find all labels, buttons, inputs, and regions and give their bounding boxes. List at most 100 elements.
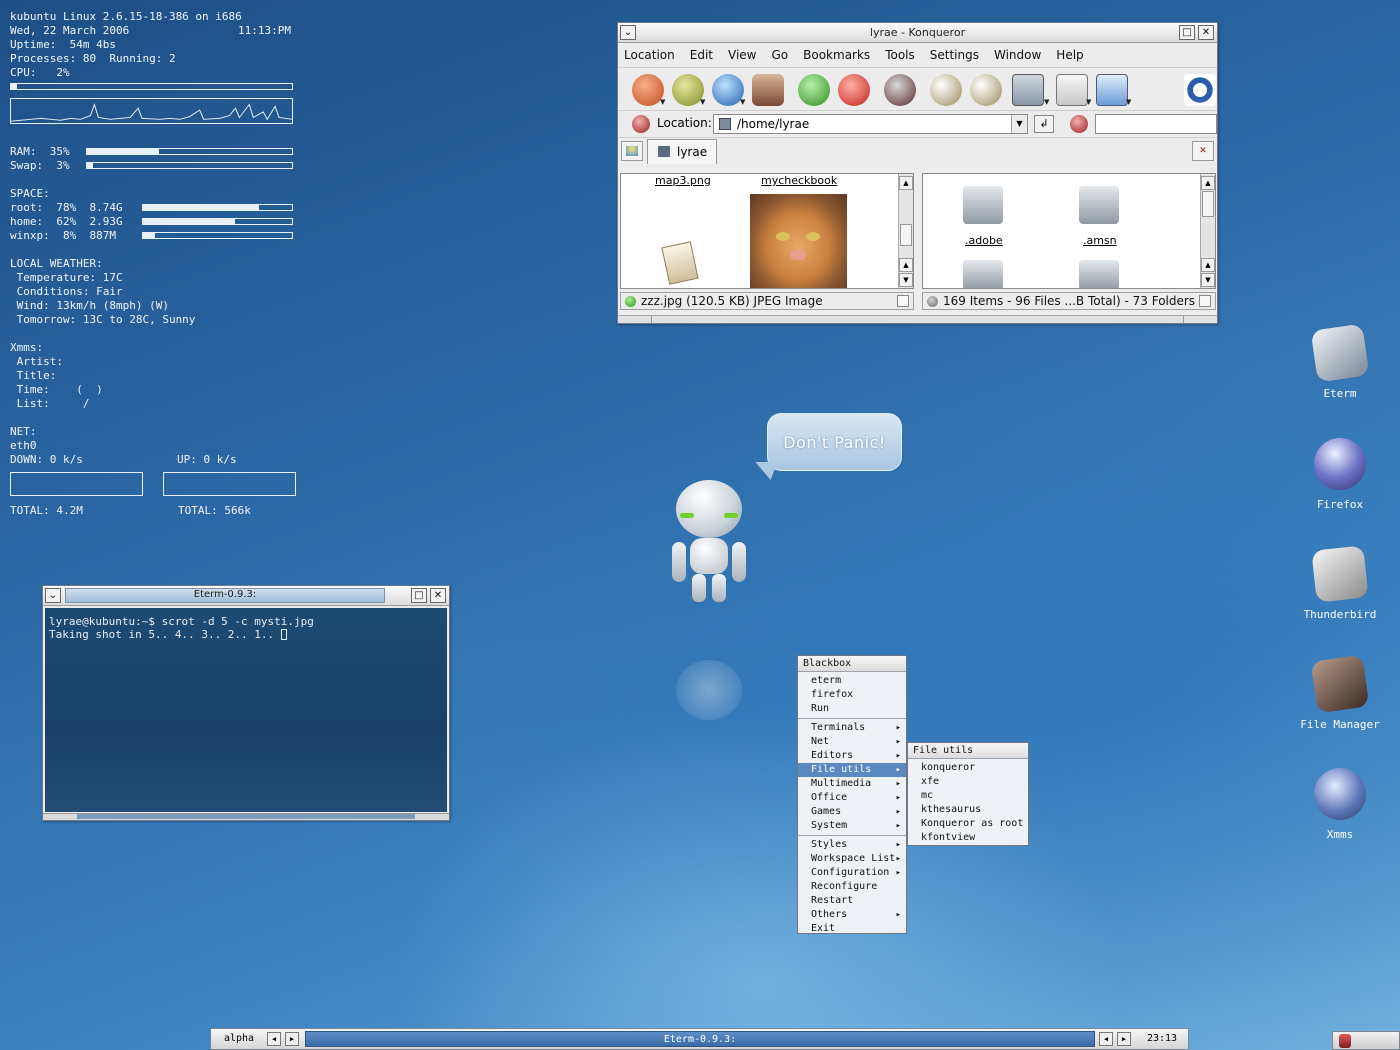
- konqueror-bottom-handle[interactable]: [618, 315, 1217, 323]
- eterm-titlebar[interactable]: ⌄ Eterm-0.9.3: □ ✕: [43, 586, 449, 606]
- konqueror-window[interactable]: ⌄ lyrae - Konqueror □ ✕ Location Edit Vi…: [617, 22, 1218, 324]
- scroll-up-button[interactable]: ▲: [899, 176, 913, 190]
- maximize-button[interactable]: □: [411, 588, 427, 603]
- zoom-in-icon[interactable]: [930, 74, 962, 106]
- back-dropdown-icon[interactable]: ▼: [660, 98, 665, 106]
- folder-amsn-label[interactable]: .amsn: [1083, 234, 1117, 247]
- menu-item-workspace-list[interactable]: Workspace List: [798, 852, 906, 866]
- konqueror-titlebar[interactable]: ⌄ lyrae - Konqueror □ ✕: [618, 23, 1217, 43]
- desktop-icon-file-manager[interactable]: File Manager: [1290, 654, 1390, 731]
- folder-adobe-label[interactable]: .adobe: [965, 234, 1003, 247]
- forward-dropdown-icon[interactable]: ▼: [700, 98, 705, 106]
- desktop-icon-firefox[interactable]: Firefox: [1290, 438, 1390, 511]
- folder-adobe-icon[interactable]: [963, 186, 1003, 224]
- menu-item-reconfigure[interactable]: Reconfigure: [798, 880, 906, 894]
- menu-item-terminals[interactable]: Terminals: [798, 721, 906, 735]
- tray-user-icon[interactable]: [1339, 1034, 1351, 1048]
- resize-grip[interactable]: [651, 316, 1184, 323]
- file-utils-submenu[interactable]: File utils konqueror xfe mc kthesaurus K…: [907, 742, 1029, 846]
- menu-item-run[interactable]: Run: [798, 702, 906, 716]
- prev-window-button[interactable]: ◀: [1099, 1032, 1113, 1046]
- icon-view-icon[interactable]: [1012, 74, 1044, 106]
- go-button[interactable]: ↲: [1034, 115, 1054, 133]
- location-input[interactable]: /home/lyrae ▼: [713, 114, 1028, 134]
- zoom-out-icon[interactable]: [970, 74, 1002, 106]
- scroll-thumb[interactable]: [1202, 191, 1214, 217]
- close-button[interactable]: ✕: [430, 588, 446, 603]
- file-map3[interactable]: map3.png: [655, 174, 711, 187]
- scroll-down-button[interactable]: ▼: [899, 273, 913, 287]
- tab-lyrae[interactable]: lyrae: [647, 139, 717, 164]
- eterm-scroll-thumb[interactable]: [77, 814, 415, 819]
- menu-item-kfontview[interactable]: kfontview: [908, 831, 1028, 845]
- folder-icon-4[interactable]: [1079, 260, 1119, 288]
- menu-item-net[interactable]: Net: [798, 735, 906, 749]
- desktop-icon-xmms[interactable]: Xmms: [1290, 768, 1390, 841]
- prev-workspace-button[interactable]: ◀: [267, 1032, 281, 1046]
- location-dropdown-icon[interactable]: ▼: [1011, 115, 1027, 133]
- kde-throbber-icon[interactable]: [1184, 74, 1216, 106]
- link-view-checkbox-2[interactable]: [1199, 295, 1211, 307]
- menu-item-file-utils[interactable]: File utils: [798, 763, 906, 777]
- menu-item-multimedia[interactable]: Multimedia: [798, 777, 906, 791]
- menu-view[interactable]: View: [728, 48, 756, 62]
- menu-item-xfe[interactable]: xfe: [908, 775, 1028, 789]
- eterm-window[interactable]: ⌄ Eterm-0.9.3: □ ✕ lyrae@kubuntu:~$ scro…: [42, 585, 450, 821]
- menu-tools[interactable]: Tools: [885, 48, 915, 62]
- search-input[interactable]: [1095, 114, 1217, 134]
- image-view-icon[interactable]: [1096, 74, 1128, 106]
- close-tab-button[interactable]: ✕: [1192, 141, 1214, 161]
- menu-go[interactable]: Go: [772, 48, 789, 62]
- document-file-icon[interactable]: [661, 241, 699, 285]
- menu-item-restart[interactable]: Restart: [798, 894, 906, 908]
- stop-icon[interactable]: [838, 74, 870, 106]
- scroll-up-button-2[interactable]: ▲: [899, 258, 913, 272]
- desktop-icon-eterm[interactable]: Eterm: [1290, 323, 1390, 400]
- right-pane-scrollbar[interactable]: ▲ ▲ ▼: [1200, 174, 1215, 288]
- right-file-pane[interactable]: .adobe .amsn ▲ ▲ ▼: [922, 173, 1216, 289]
- menu-item-others[interactable]: Others: [798, 908, 906, 922]
- link-view-checkbox[interactable]: [897, 295, 909, 307]
- menu-item-eterm[interactable]: eterm: [798, 674, 906, 688]
- eterm-bottom-bar[interactable]: [43, 813, 449, 820]
- new-tab-button[interactable]: [621, 141, 643, 161]
- window-label[interactable]: Eterm-0.9.3:: [305, 1031, 1095, 1047]
- close-button[interactable]: ✕: [1198, 25, 1214, 40]
- menu-edit[interactable]: Edit: [690, 48, 713, 62]
- window-menu-button[interactable]: ⌄: [45, 588, 61, 603]
- print-icon[interactable]: [884, 74, 916, 106]
- menu-item-office[interactable]: Office: [798, 791, 906, 805]
- menu-bookmarks[interactable]: Bookmarks: [803, 48, 870, 62]
- menu-item-konqueror-as-root[interactable]: Konqueror as root: [908, 817, 1028, 831]
- desktop-icon-thunderbird[interactable]: Thunderbird: [1290, 545, 1390, 621]
- tree-view-icon[interactable]: [1056, 74, 1088, 106]
- menu-item-konqueror[interactable]: konqueror: [908, 761, 1028, 775]
- icon-view-dropdown-icon[interactable]: ▼: [1044, 98, 1049, 106]
- cat-image-thumbnail[interactable]: [750, 194, 847, 288]
- left-file-pane[interactable]: map3.png mycheckbook ▲ ▲ ▼: [620, 173, 914, 289]
- scroll-thumb[interactable]: [900, 224, 912, 246]
- scroll-up-button-2[interactable]: ▲: [1201, 258, 1215, 272]
- reload-icon[interactable]: [798, 74, 830, 106]
- menu-item-mc[interactable]: mc: [908, 789, 1028, 803]
- next-window-button[interactable]: ▶: [1117, 1032, 1131, 1046]
- menu-item-editors[interactable]: Editors: [798, 749, 906, 763]
- menu-item-system[interactable]: System: [798, 819, 906, 833]
- scroll-down-button[interactable]: ▼: [1201, 273, 1215, 287]
- menu-help[interactable]: Help: [1056, 48, 1083, 62]
- file-mycheckbook[interactable]: mycheckbook: [761, 174, 837, 187]
- next-workspace-button[interactable]: ▶: [285, 1032, 299, 1046]
- home-icon[interactable]: [752, 74, 784, 106]
- workspace-label[interactable]: alpha: [213, 1031, 265, 1047]
- folder-amsn-icon[interactable]: [1079, 186, 1119, 224]
- left-pane-scrollbar[interactable]: ▲ ▲ ▼: [898, 174, 913, 288]
- clear-search-icon[interactable]: [1070, 115, 1088, 133]
- maximize-button[interactable]: □: [1179, 25, 1195, 40]
- folder-icon-3[interactable]: [963, 260, 1003, 288]
- blackbox-root-menu[interactable]: Blackbox eterm firefox Run Terminals Net…: [797, 655, 907, 934]
- menu-window[interactable]: Window: [994, 48, 1041, 62]
- menu-settings[interactable]: Settings: [930, 48, 979, 62]
- scroll-up-button[interactable]: ▲: [1201, 176, 1215, 190]
- tree-view-dropdown-icon[interactable]: ▼: [1086, 98, 1091, 106]
- menu-item-configuration[interactable]: Configuration: [798, 866, 906, 880]
